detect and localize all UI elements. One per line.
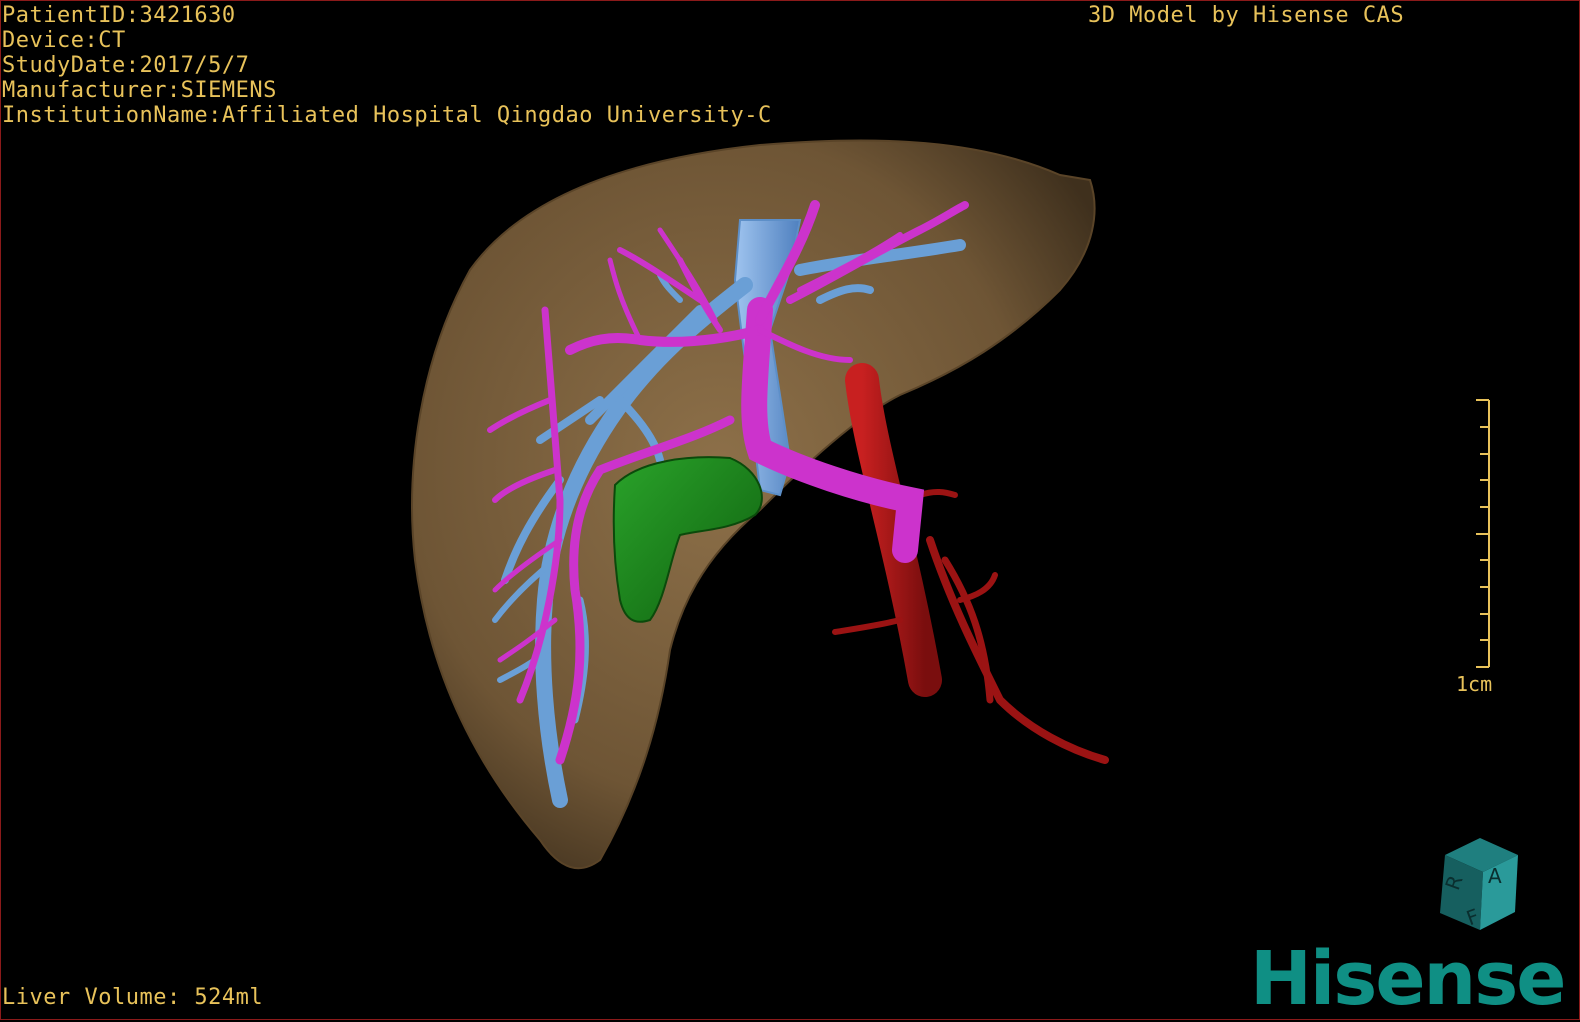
hisense-logo: Hisense — [1250, 936, 1566, 1022]
manufacturer-text: Manufacturer:SIEMENS — [2, 78, 277, 103]
orientation-cube[interactable]: A R F — [1440, 838, 1518, 930]
scale-bar-label: 1cm — [1456, 672, 1493, 696]
institution-text: InstitutionName:Affiliated Hospital Qing… — [2, 103, 772, 128]
device-text: Device:CT — [2, 28, 126, 53]
patient-info-overlay: PatientID:3421630 Device:CT StudyDate:2017… — [2, 3, 772, 128]
model-credit-text: 3D Model by Hisense CAS — [1088, 3, 1405, 28]
study-date-text: StudyDate:2017/5/7 — [2, 53, 250, 78]
3d-liver-model-viewport[interactable]: A R F — [0, 0, 1580, 1020]
hepatic-artery — [832, 363, 1109, 764]
patient-id-text: PatientID:3421630 — [2, 3, 236, 28]
cube-face-a: A — [1488, 864, 1502, 888]
scale-bar — [1476, 399, 1490, 668]
liver-volume-text: Liver Volume: 524ml — [2, 985, 264, 1010]
